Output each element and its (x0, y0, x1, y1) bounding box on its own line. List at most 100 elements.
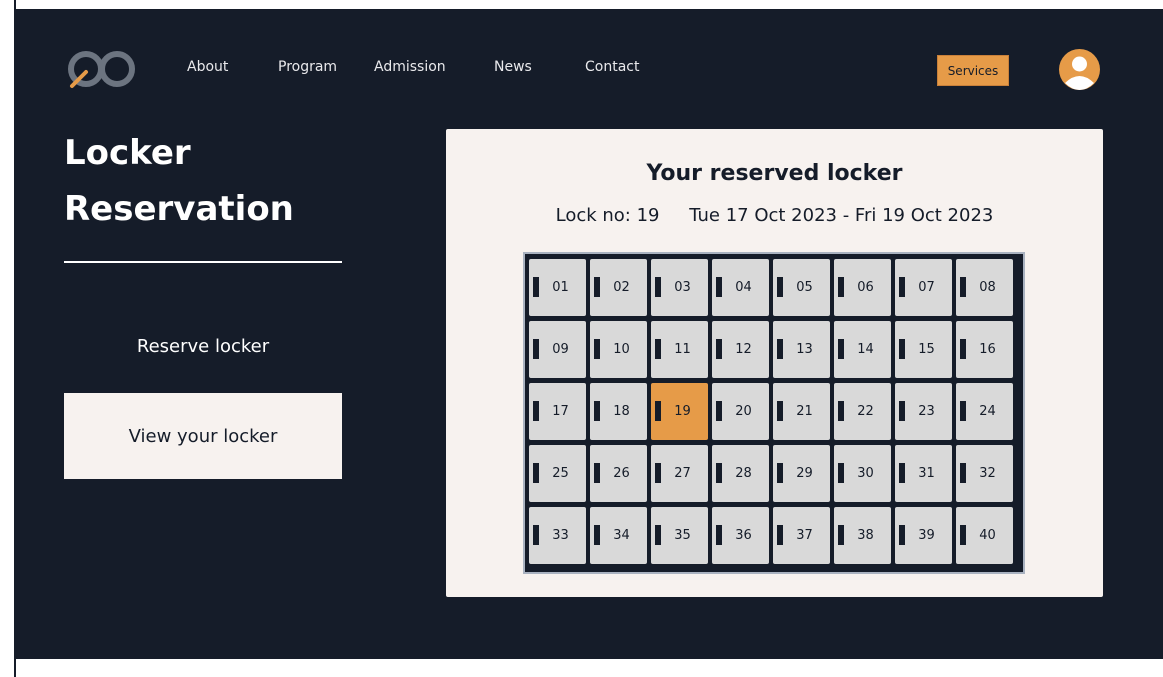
locker[interactable]: 30 (834, 445, 891, 502)
locker-number: 27 (674, 466, 691, 481)
locker-handle-icon (838, 277, 844, 297)
locker-number: 35 (674, 528, 691, 543)
locker-number: 10 (613, 342, 630, 357)
locker-handle-icon (899, 339, 905, 359)
app-frame: About Program Admission News Contact Ser… (16, 9, 1163, 659)
locker[interactable]: 33 (529, 507, 586, 564)
locker[interactable]: 37 (773, 507, 830, 564)
locker-handle-icon (777, 277, 783, 297)
locker-number: 09 (552, 342, 569, 357)
nav-news[interactable]: News (494, 59, 532, 75)
locker-number: 32 (979, 466, 996, 481)
locker-handle-icon (899, 401, 905, 421)
page-title-line1: Locker (64, 133, 191, 173)
locker-handle-icon (960, 463, 966, 483)
locker-number: 14 (857, 342, 874, 357)
locker[interactable]: 35 (651, 507, 708, 564)
locker[interactable]: 29 (773, 445, 830, 502)
locker[interactable]: 36 (712, 507, 769, 564)
locker-number: 25 (552, 466, 569, 481)
locker-handle-icon (716, 525, 722, 545)
locker[interactable]: 15 (895, 321, 952, 378)
locker[interactable]: 31 (895, 445, 952, 502)
locker-number: 33 (552, 528, 569, 543)
locker[interactable]: 08 (956, 259, 1013, 316)
locker-handle-icon (655, 277, 661, 297)
locker[interactable]: 10 (590, 321, 647, 378)
locker[interactable]: 09 (529, 321, 586, 378)
locker-number: 20 (735, 404, 752, 419)
locker[interactable]: 07 (895, 259, 952, 316)
locker[interactable]: 21 (773, 383, 830, 440)
locker[interactable]: 23 (895, 383, 952, 440)
locker-handle-icon (533, 339, 539, 359)
locker[interactable]: 28 (712, 445, 769, 502)
locker[interactable]: 26 (590, 445, 647, 502)
locker[interactable]: 34 (590, 507, 647, 564)
locker-number: 23 (918, 404, 935, 419)
locker-handle-icon (533, 463, 539, 483)
locker-handle-icon (777, 525, 783, 545)
locker[interactable]: 01 (529, 259, 586, 316)
locker-handle-icon (899, 463, 905, 483)
locker-number: 37 (796, 528, 813, 543)
nav-about[interactable]: About (187, 59, 228, 75)
locker-number: 11 (674, 342, 691, 357)
locker-number: 01 (552, 280, 569, 295)
locker[interactable]: 03 (651, 259, 708, 316)
reserve-locker-link[interactable]: Reserve locker (64, 336, 342, 357)
infinity-logo-icon[interactable] (64, 45, 140, 93)
locker[interactable]: 22 (834, 383, 891, 440)
locker[interactable]: 16 (956, 321, 1013, 378)
locker-number: 28 (735, 466, 752, 481)
view-locker-button[interactable]: View your locker (64, 393, 342, 479)
nav-contact[interactable]: Contact (585, 59, 639, 75)
locker[interactable]: 40 (956, 507, 1013, 564)
locker-number: 12 (735, 342, 752, 357)
locker-handle-icon (716, 463, 722, 483)
locker-handle-icon (716, 339, 722, 359)
locker-number: 13 (796, 342, 813, 357)
locker[interactable]: 05 (773, 259, 830, 316)
nav-program[interactable]: Program (278, 59, 337, 75)
locker[interactable]: 39 (895, 507, 952, 564)
locker-number: 02 (613, 280, 630, 295)
locker[interactable]: 12 (712, 321, 769, 378)
locker-number: 24 (979, 404, 996, 419)
locker[interactable]: 17 (529, 383, 586, 440)
locker-number: 34 (613, 528, 630, 543)
locker-number: 05 (796, 280, 813, 295)
locker-handle-icon (594, 401, 600, 421)
locker[interactable]: 02 (590, 259, 647, 316)
locker-handle-icon (960, 339, 966, 359)
locker-reserved[interactable]: 19 (651, 383, 708, 440)
locker-number: 38 (857, 528, 874, 543)
nav-admission[interactable]: Admission (374, 59, 446, 75)
locker[interactable]: 14 (834, 321, 891, 378)
locker-number: 17 (552, 404, 569, 419)
locker[interactable]: 20 (712, 383, 769, 440)
lock-number: Lock no: 19 (555, 205, 660, 226)
locker[interactable]: 13 (773, 321, 830, 378)
locker[interactable]: 24 (956, 383, 1013, 440)
locker[interactable]: 04 (712, 259, 769, 316)
locker[interactable]: 32 (956, 445, 1013, 502)
locker[interactable]: 27 (651, 445, 708, 502)
locker-number: 16 (979, 342, 996, 357)
locker-number: 15 (918, 342, 935, 357)
locker[interactable]: 25 (529, 445, 586, 502)
page-title: Locker Reservation (64, 125, 384, 237)
locker[interactable]: 11 (651, 321, 708, 378)
locker[interactable]: 06 (834, 259, 891, 316)
locker-handle-icon (838, 339, 844, 359)
locker-handle-icon (777, 401, 783, 421)
locker[interactable]: 18 (590, 383, 647, 440)
locker-handle-icon (960, 401, 966, 421)
user-avatar-icon[interactable] (1059, 49, 1100, 90)
locker-number: 06 (857, 280, 874, 295)
locker-number: 36 (735, 528, 752, 543)
locker-handle-icon (594, 463, 600, 483)
services-button[interactable]: Services (937, 55, 1009, 86)
locker[interactable]: 38 (834, 507, 891, 564)
locker-grid: 01 02 03 04 05 06 07 08 09 10 11 12 13 14 15 16 17 18 19 20… (523, 252, 1025, 574)
